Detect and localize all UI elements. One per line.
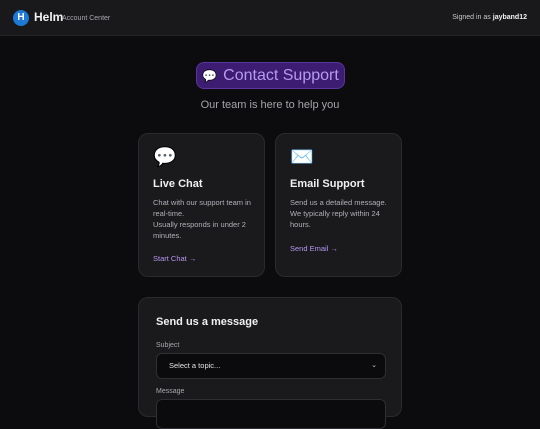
username[interactable]: jayband12 bbox=[493, 14, 527, 21]
signed-in-prefix: Signed in as bbox=[452, 14, 491, 21]
speech-bubble-icon: 💬 bbox=[153, 147, 177, 168]
message-label: Message bbox=[156, 388, 185, 395]
page-title-pill: 💬 Contact Support bbox=[196, 62, 345, 89]
email-support-desc-line1: Send us a detailed message. We typically… bbox=[290, 198, 387, 229]
envelope-icon: ✉️ bbox=[290, 147, 314, 168]
message-textarea[interactable] bbox=[156, 399, 386, 429]
brand-subtitle: Account Center bbox=[62, 15, 111, 22]
email-support-card: ✉️ Email Support Send us a detailed mess… bbox=[275, 133, 402, 277]
live-chat-title: Live Chat bbox=[153, 178, 203, 190]
send-email-link[interactable]: Send Email → bbox=[290, 244, 338, 253]
live-chat-card: 💬 Live Chat Chat with our support team i… bbox=[138, 133, 265, 277]
speech-bubble-icon: 💬 bbox=[202, 68, 218, 83]
live-chat-desc-line2: Usually responds in under 2 minutes. bbox=[153, 220, 246, 240]
chevron-down-icon: ⌄ bbox=[371, 362, 377, 369]
email-support-description: Send us a detailed message. We typically… bbox=[290, 197, 390, 230]
subject-label: Subject bbox=[156, 342, 180, 349]
helm-logo-icon[interactable]: H bbox=[13, 10, 29, 26]
subject-select-value: Select a topic... bbox=[169, 361, 221, 370]
email-support-title: Email Support bbox=[290, 178, 365, 190]
top-bar: H Helm Account Center Signed in as jayba… bbox=[0, 0, 540, 36]
signed-in-status: Signed in as jayband12 bbox=[452, 13, 527, 22]
page-subtitle: Our team is here to help you bbox=[200, 99, 340, 111]
subject-select[interactable]: Select a topic... ⌄ bbox=[156, 353, 386, 379]
live-chat-desc-line1: Chat with our support team in real-time. bbox=[153, 198, 251, 218]
live-chat-description: Chat with our support team in real-time.… bbox=[153, 197, 253, 241]
brand-name[interactable]: Helm bbox=[34, 10, 63, 24]
page-title: Contact Support bbox=[223, 66, 339, 84]
message-form-card: Send us a message Subject Select a topic… bbox=[138, 297, 402, 429]
form-title: Send us a message bbox=[156, 316, 259, 328]
start-chat-link[interactable]: Start Chat → bbox=[153, 254, 196, 263]
